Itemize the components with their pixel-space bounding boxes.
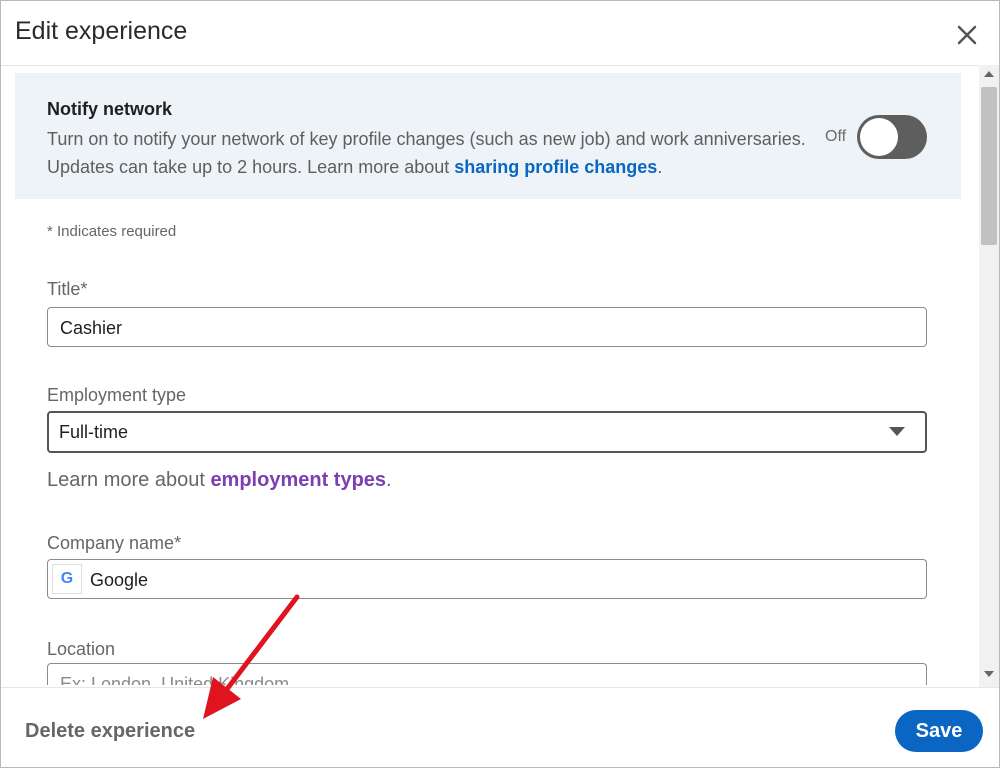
- required-note: * Indicates required: [47, 223, 177, 240]
- close-icon: [957, 25, 977, 45]
- notify-description: Turn on to notify your network of key pr…: [47, 125, 807, 181]
- employment-types-link[interactable]: employment types: [210, 469, 386, 491]
- notify-network-panel: Notify network Turn on to notify your ne…: [15, 73, 961, 199]
- location-label: Location: [47, 639, 116, 659]
- toggle-knob: [860, 118, 898, 156]
- company-name-input[interactable]: G Google: [47, 559, 927, 599]
- employment-type-label: Employment type: [47, 385, 187, 405]
- edit-experience-dialog: Edit experience Notify network Turn on t…: [0, 0, 1000, 768]
- employment-types-help: Learn more about employment types.: [47, 469, 392, 492]
- learn-more-end: .: [386, 469, 392, 491]
- title-input[interactable]: Cashier: [47, 307, 927, 347]
- title-input-value: Cashier: [60, 318, 123, 338]
- dialog-title: Edit experience: [15, 17, 188, 45]
- employment-type-value: Full-time: [59, 422, 129, 442]
- company-name-label: Company name*: [47, 533, 182, 553]
- sharing-profile-changes-link[interactable]: sharing profile changes: [454, 157, 657, 177]
- dialog-footer: Delete experience Save: [1, 687, 999, 767]
- scroll-up-arrow-icon[interactable]: [984, 71, 994, 77]
- location-input[interactable]: Ex: London, United Kingdom: [47, 663, 927, 685]
- chevron-down-icon: [889, 427, 905, 436]
- scroll-thumb[interactable]: [981, 87, 997, 245]
- scroll-down-arrow-icon[interactable]: [984, 671, 994, 677]
- delete-experience-button[interactable]: Delete experience: [25, 720, 195, 743]
- employment-type-select[interactable]: Full-time: [47, 411, 927, 453]
- google-logo-icon: G: [52, 564, 82, 594]
- title-label: Title*: [47, 279, 88, 299]
- learn-more-text: Learn more about: [47, 469, 211, 491]
- dialog-content: Notify network Turn on to notify your ne…: [15, 73, 961, 685]
- location-placeholder: Ex: London, United Kingdom: [60, 674, 290, 685]
- save-button[interactable]: Save: [895, 710, 983, 752]
- toggle-state-label: Off: [825, 128, 847, 145]
- close-button[interactable]: [951, 19, 983, 51]
- dialog-header: Edit experience: [1, 1, 999, 66]
- notify-toggle[interactable]: [857, 115, 927, 159]
- notify-description-text: Turn on to notify your network of key pr…: [47, 129, 806, 177]
- scrollbar[interactable]: [979, 65, 999, 687]
- notify-title: Notify network: [47, 99, 173, 119]
- company-name-value: Google: [90, 570, 149, 590]
- notify-description-end: .: [657, 157, 663, 177]
